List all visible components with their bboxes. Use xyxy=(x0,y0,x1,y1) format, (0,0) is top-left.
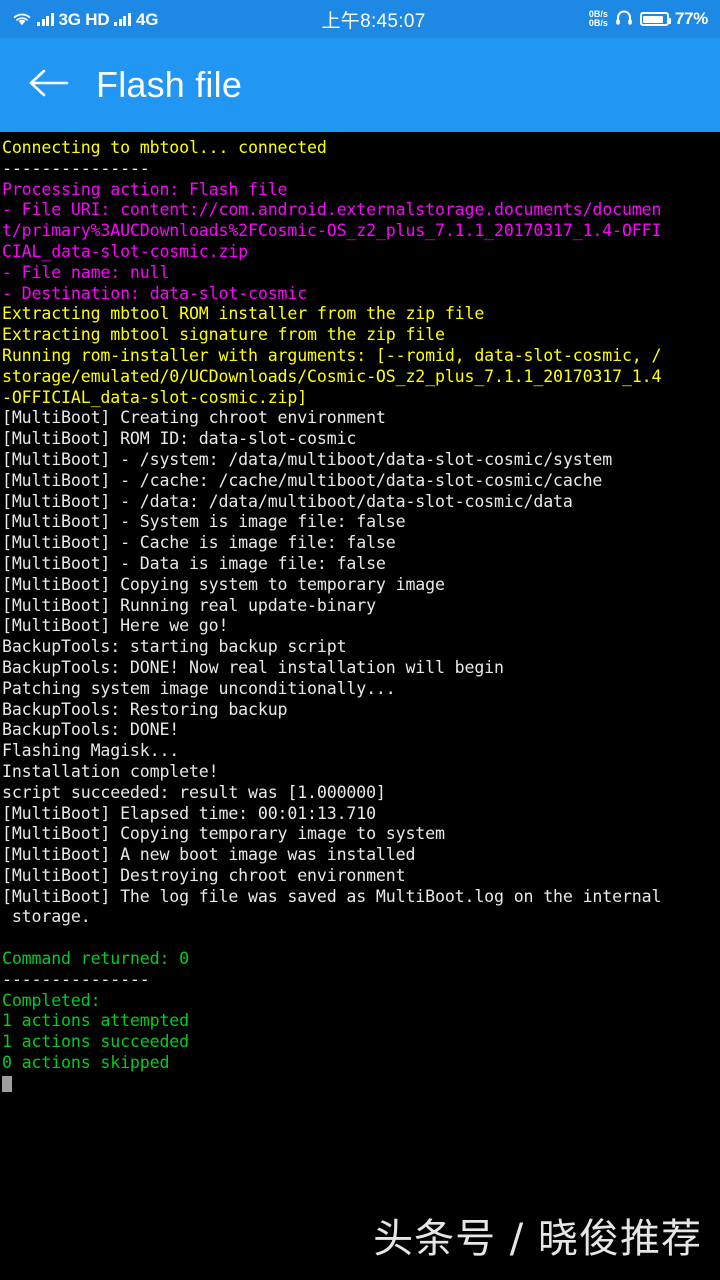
terminal-line: [MultiBoot] A new boot image was install… xyxy=(2,845,416,865)
terminal-line: - File URI: content://com.android.extern… xyxy=(2,200,662,220)
terminal-line: [MultiBoot] Elapsed time: 00:01:13.710 xyxy=(2,803,376,823)
headphone-icon xyxy=(614,9,634,30)
terminal-line: storage. xyxy=(2,907,91,927)
terminal-line: --------------- xyxy=(2,158,150,178)
terminal-line: storage/emulated/0/UCDownloads/Cosmic-OS… xyxy=(2,366,662,386)
terminal-line: BackupTools: DONE! Now real installation… xyxy=(2,657,504,677)
terminal-line: BackupTools: Restoring backup xyxy=(2,699,288,719)
terminal-line: Installation complete! xyxy=(2,761,219,781)
terminal-line: 1 actions attempted xyxy=(2,1011,189,1031)
app-bar: Flash file xyxy=(0,38,720,132)
network-speed-down: 0B/s xyxy=(588,18,608,28)
status-bar-right: 0B/s 0B/s 77% xyxy=(589,9,708,30)
terminal-line: [MultiBoot] The log file was saved as Mu… xyxy=(2,886,662,906)
terminal-line: [MultiBoot] - Cache is image file: false xyxy=(2,533,396,553)
status-bar-left: 3G HD 4G xyxy=(12,11,158,28)
signal-bars-icon-1 xyxy=(37,12,54,26)
back-button[interactable] xyxy=(0,38,96,132)
terminal-log-output[interactable]: Connecting to mbtool... connected -------… xyxy=(0,132,720,1280)
terminal-line: 0 actions skipped xyxy=(2,1053,170,1073)
terminal-line: Patching system image unconditionally... xyxy=(2,678,396,698)
network-speed-indicator: 0B/s 0B/s xyxy=(588,9,608,29)
watermark: 头条号 / 晓俊推荐 xyxy=(373,1216,702,1262)
battery-percent-label: 77% xyxy=(674,9,708,28)
terminal-line: - File name: null xyxy=(2,262,170,282)
terminal-line: 1 actions succeeded xyxy=(2,1032,189,1052)
terminal-line: Connecting to mbtool... connected xyxy=(2,138,327,157)
status-bar: 3G HD 4G 上午8:45:07 0B/s 0B/s 77% xyxy=(0,0,720,38)
terminal-line: script succeeded: result was [1.000000] xyxy=(2,782,386,802)
back-arrow-icon xyxy=(27,67,69,104)
terminal-line: Flashing Magisk... xyxy=(2,741,180,761)
terminal-line: [MultiBoot] Destroying chroot environmen… xyxy=(2,865,406,885)
battery-icon xyxy=(639,12,671,26)
terminal-line: [MultiBoot] - /data: /data/multiboot/dat… xyxy=(2,491,573,511)
terminal-cursor xyxy=(2,1075,12,1092)
terminal-line: [MultiBoot] Copying temporary image to s… xyxy=(2,824,445,844)
terminal-line: [MultiBoot] - System is image file: fals… xyxy=(2,512,406,532)
terminal-line: Extracting mbtool ROM installer from the… xyxy=(2,304,485,324)
terminal-line: BackupTools: DONE! xyxy=(2,720,180,740)
terminal-line: Extracting mbtool signature from the zip… xyxy=(2,325,445,345)
terminal-line: --------------- xyxy=(2,969,150,989)
terminal-line: [MultiBoot] - /cache: /cache/multiboot/d… xyxy=(2,470,603,490)
terminal-line: t/primary%3AUCDownloads%2FCosmic-OS_z2_p… xyxy=(2,221,662,241)
terminal-line: CIAL_data-slot-cosmic.zip xyxy=(2,241,249,261)
terminal-line: Completed: xyxy=(2,990,101,1010)
page-title: Flash file xyxy=(96,64,243,105)
terminal-line: BackupTools: starting backup script xyxy=(2,637,347,657)
phone-screen: 3G HD 4G 上午8:45:07 0B/s 0B/s 77% Flash f… xyxy=(0,0,720,1280)
terminal-line: [MultiBoot] - Data is image file: false xyxy=(2,553,386,573)
terminal-line: Command returned: 0 xyxy=(2,949,189,969)
signal-bars-icon-2 xyxy=(114,12,131,26)
status-bar-clock: 上午8:45:07 xyxy=(321,10,426,32)
terminal-line: [MultiBoot] Running real update-binary xyxy=(2,595,376,615)
terminal-line: [MultiBoot] Here we go! xyxy=(2,616,229,636)
terminal-line: [MultiBoot] Creating chroot environment xyxy=(2,408,386,428)
terminal-line: Processing action: Flash file xyxy=(2,179,288,199)
terminal-line: - Destination: data-slot-cosmic xyxy=(2,283,308,303)
terminal-line: [MultiBoot] - /system: /data/multiboot/d… xyxy=(2,449,613,469)
terminal-line: -OFFICIAL_data-slot-cosmic.zip] xyxy=(2,387,308,407)
network-type-1: 3G HD xyxy=(58,9,110,29)
network-type-2: 4G xyxy=(135,9,159,29)
wifi-icon xyxy=(12,11,32,27)
terminal-line: [MultiBoot] Copying system to temporary … xyxy=(2,574,445,594)
terminal-cursor-line xyxy=(2,1074,720,1095)
terminal-line: [MultiBoot] ROM ID: data-slot-cosmic xyxy=(2,429,357,449)
terminal-line: Running rom-installer with arguments: [-… xyxy=(2,345,662,365)
